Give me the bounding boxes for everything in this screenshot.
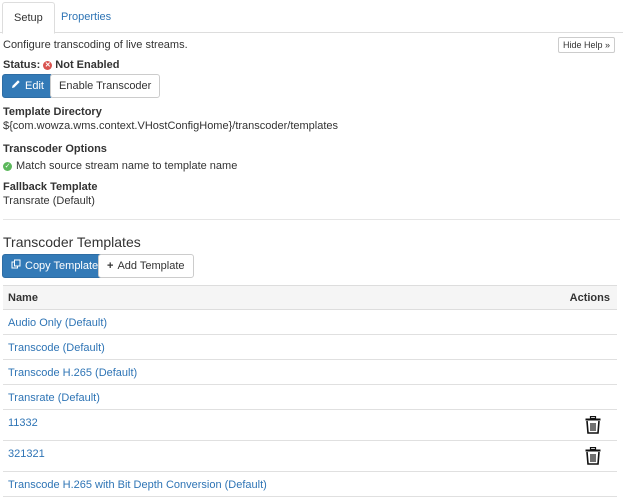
table-row: 11332 [3,410,617,441]
trash-icon[interactable] [585,415,601,434]
tab-properties[interactable]: Properties [50,2,122,34]
tab-bar: Setup Properties [0,0,623,34]
copy-icon [11,255,21,277]
templates-table: Name Actions Audio Only (Default) Transco… [3,285,617,497]
page-description: Configure transcoding of live streams. [3,39,188,51]
template-link[interactable]: Transrate (Default) [8,392,100,404]
table-row: Transcode H.265 (Default) [3,360,617,385]
template-link[interactable]: Audio Only (Default) [8,317,107,329]
not-enabled-icon: ✕ [43,60,53,70]
add-template-button[interactable]: + Add Template [98,254,194,278]
table-row: Transcode (Default) [3,335,617,360]
edit-label: Edit [25,80,44,92]
column-actions: Actions [569,292,610,304]
status-value: Not Enabled [55,59,120,71]
check-circle-icon: ✓ [3,161,12,171]
template-link[interactable]: Transcode (Default) [8,342,105,354]
section-divider [3,219,620,220]
transcoder-options-label: Transcoder Options [3,143,107,155]
copy-template-label: Copy Template [25,260,99,272]
plus-icon: + [107,260,114,272]
template-link[interactable]: 11332 [8,417,38,429]
trash-icon[interactable] [585,446,601,465]
template-link[interactable]: Transcode H.265 with Bit Depth Conversio… [8,479,267,491]
hide-help-button[interactable]: Hide Help » [557,37,615,53]
fallback-template-label: Fallback Template [3,181,98,193]
copy-template-button[interactable]: Copy Template [2,254,108,278]
edit-button[interactable]: Edit [2,74,53,98]
column-name: Name [8,292,38,304]
enable-transcoder-button[interactable]: Enable Transcoder [50,74,161,98]
table-row: 321321 [3,441,617,472]
table-row: Transrate (Default) [3,385,617,410]
tab-setup[interactable]: Setup [2,2,55,34]
status-line: Status: ✕ Not Enabled [3,59,119,71]
add-template-label: Add Template [117,260,185,272]
template-directory-label: Template Directory [3,106,102,118]
fallback-template-value: Transrate (Default) [3,195,95,207]
template-link[interactable]: Transcode H.265 (Default) [8,367,137,379]
template-directory-value: ${com.wowza.wms.context.VHostConfigHome}… [3,120,339,132]
table-row: Transcode H.265 with Bit Depth Conversio… [3,472,617,497]
pencil-icon [11,75,21,97]
template-link[interactable]: 321321 [8,448,45,460]
section-title: Transcoder Templates [3,234,141,250]
transcoder-option-item: ✓ Match source stream name to template n… [3,160,237,172]
table-header: Name Actions [3,285,617,310]
status-label: Status: [3,59,41,71]
transcoder-option-text: Match source stream name to template nam… [16,160,238,172]
table-row: Audio Only (Default) [3,310,617,335]
